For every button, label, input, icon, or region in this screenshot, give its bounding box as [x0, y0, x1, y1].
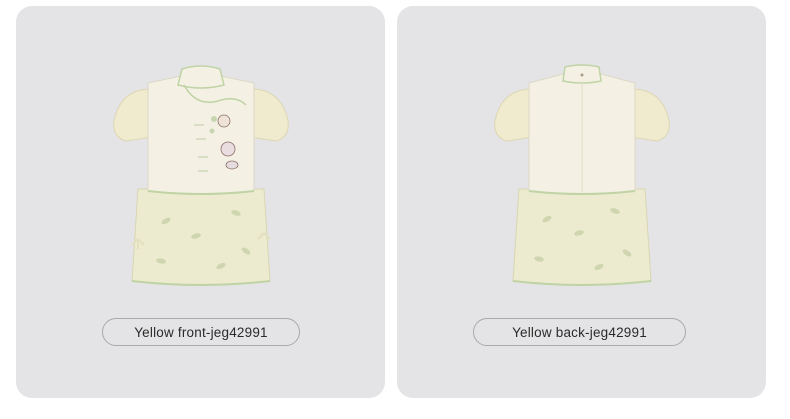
variant-option-front[interactable]: Yellow front-jeg42991: [102, 318, 300, 346]
variant-option-back[interactable]: Yellow back-jeg42991: [473, 318, 686, 346]
variant-card-front[interactable]: Yellow front-jeg42991: [16, 6, 385, 398]
dress-back-image: [494, 64, 670, 286]
variant-card-back[interactable]: Yellow back-jeg42991: [397, 6, 766, 398]
dress-front-image: [113, 65, 289, 286]
